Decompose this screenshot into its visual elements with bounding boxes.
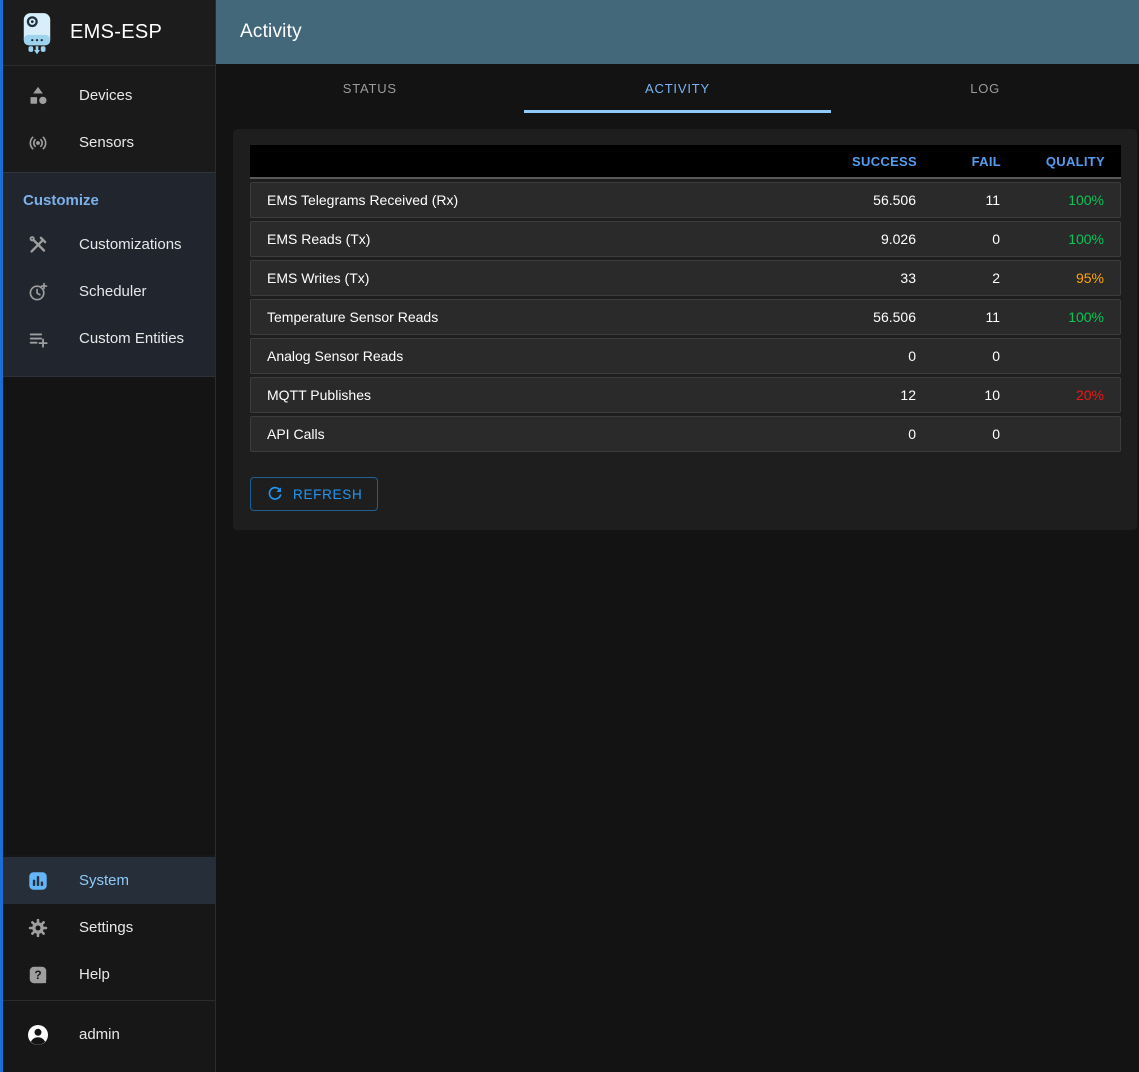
clock-plus-icon — [26, 280, 50, 304]
sidebar-item-settings[interactable]: Settings — [0, 904, 215, 951]
refresh-button-label: REFRESH — [293, 487, 362, 502]
ems-esp-app: EMS-ESP Devices — [0, 0, 1139, 1072]
row-success: 56.506 — [814, 192, 932, 208]
tab-status[interactable]: STATUS — [216, 64, 524, 113]
sidebar-item-label: Settings — [79, 919, 133, 936]
row-name: EMS Telegrams Received (Rx) — [251, 192, 814, 208]
table-body: EMS Telegrams Received (Rx)56.50611100%E… — [250, 182, 1121, 452]
row-quality: 95% — [1016, 270, 1120, 286]
sidebar-item-sensors[interactable]: Sensors — [0, 119, 215, 166]
row-name: Temperature Sensor Reads — [251, 309, 814, 325]
row-success: 33 — [814, 270, 932, 286]
sidebar-main-group: Devices Sensors — [0, 66, 215, 172]
table-header-row: SUCCESS FAIL QUALITY — [250, 145, 1121, 179]
sidebar-spacer — [0, 377, 215, 855]
table-row: API Calls00 — [250, 416, 1121, 452]
app-logo-row: EMS-ESP — [0, 0, 215, 65]
row-quality: 100% — [1016, 309, 1120, 325]
row-fail: 10 — [932, 387, 1016, 403]
refresh-button[interactable]: REFRESH — [250, 477, 378, 511]
customize-subheader: Customize — [0, 177, 215, 221]
row-success: 12 — [814, 387, 932, 403]
appbar: Activity — [216, 0, 1139, 64]
bar-chart-icon — [26, 869, 50, 893]
table-row: EMS Reads (Tx)9.0260100% — [250, 221, 1121, 257]
col-header-fail: FAIL — [933, 154, 1017, 169]
row-quality: 20% — [1016, 387, 1120, 403]
help-icon: ? — [26, 963, 50, 987]
row-fail: 0 — [932, 348, 1016, 364]
table-row: Analog Sensor Reads00 — [250, 338, 1121, 374]
row-fail: 0 — [932, 426, 1016, 442]
row-name: Analog Sensor Reads — [251, 348, 814, 364]
tab-activity[interactable]: ACTIVITY — [524, 64, 832, 113]
activity-card: SUCCESS FAIL QUALITY EMS Telegrams Recei… — [233, 129, 1137, 530]
row-success: 56.506 — [814, 309, 932, 325]
sidebar-item-label: System — [79, 872, 129, 889]
sidebar-item-label: Customizations — [79, 236, 182, 253]
col-header-quality: QUALITY — [1017, 154, 1121, 169]
devices-category-icon — [26, 84, 50, 108]
tab-bar: STATUS ACTIVITY LOG — [216, 64, 1139, 113]
sidebar-customize-group: Customize Customizations — [0, 172, 215, 377]
col-header-success: SUCCESS — [815, 154, 933, 169]
row-name: MQTT Publishes — [251, 387, 814, 403]
row-quality: 100% — [1016, 231, 1120, 247]
main-content: Activity STATUS ACTIVITY LOG SUCCESS FAI… — [216, 0, 1139, 1072]
row-success: 0 — [814, 426, 932, 442]
sidebar-item-label: Help — [79, 966, 110, 983]
row-quality: 100% — [1016, 192, 1120, 208]
playlist-add-icon — [26, 327, 50, 351]
gear-icon — [26, 916, 50, 940]
row-name: EMS Writes (Tx) — [251, 270, 814, 286]
sidebar-item-devices[interactable]: Devices — [0, 72, 215, 119]
boiler-logo-icon — [20, 11, 54, 55]
sidebar-user-section: admin — [0, 1001, 215, 1072]
sidebar-item-help[interactable]: ? Help — [0, 951, 215, 998]
row-fail: 11 — [932, 309, 1016, 325]
sidebar-item-admin[interactable]: admin — [0, 1011, 215, 1058]
sidebar-bottom-group: System — [0, 855, 215, 1000]
row-fail: 11 — [932, 192, 1016, 208]
row-name: API Calls — [251, 426, 814, 442]
sidebar-item-system[interactable]: System — [0, 857, 215, 904]
row-name: EMS Reads (Tx) — [251, 231, 814, 247]
tab-log[interactable]: LOG — [831, 64, 1139, 113]
app-title: EMS-ESP — [70, 21, 162, 44]
activity-table: SUCCESS FAIL QUALITY EMS Telegrams Recei… — [250, 145, 1121, 452]
sidebar-item-custom-entities[interactable]: Custom Entities — [0, 315, 215, 362]
sidebar-item-label: Sensors — [79, 134, 134, 151]
construction-tools-icon — [26, 233, 50, 257]
sensors-tethering-icon — [26, 131, 50, 155]
page-title: Activity — [240, 21, 302, 43]
table-row: MQTT Publishes121020% — [250, 377, 1121, 413]
row-success: 9.026 — [814, 231, 932, 247]
table-row: Temperature Sensor Reads56.50611100% — [250, 299, 1121, 335]
row-fail: 2 — [932, 270, 1016, 286]
sidebar-item-label: admin — [79, 1026, 120, 1043]
sidebar-item-scheduler[interactable]: Scheduler — [0, 268, 215, 315]
table-row: EMS Telegrams Received (Rx)56.50611100% — [250, 182, 1121, 218]
row-success: 0 — [814, 348, 932, 364]
sidebar: EMS-ESP Devices — [0, 0, 216, 1072]
refresh-icon — [266, 485, 284, 503]
window-left-edge — [0, 0, 3, 1072]
svg-text:?: ? — [34, 968, 41, 982]
account-circle-icon — [26, 1023, 50, 1047]
table-row: EMS Writes (Tx)33295% — [250, 260, 1121, 296]
row-fail: 0 — [932, 231, 1016, 247]
sidebar-item-label: Custom Entities — [79, 330, 184, 347]
sidebar-item-label: Scheduler — [79, 283, 147, 300]
sidebar-item-customizations[interactable]: Customizations — [0, 221, 215, 268]
sidebar-item-label: Devices — [79, 87, 132, 104]
